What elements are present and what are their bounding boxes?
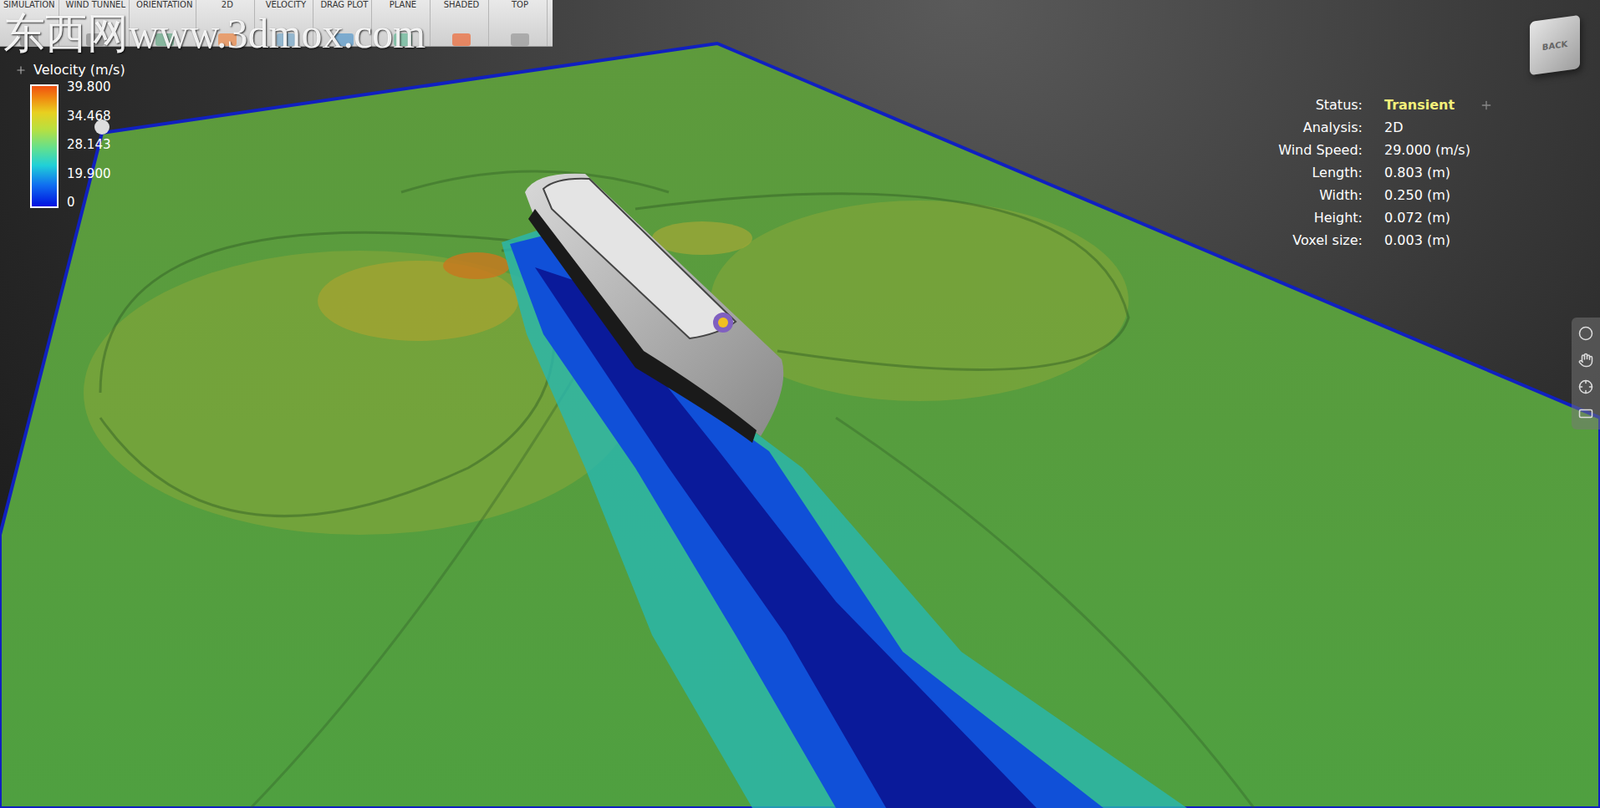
watermark: 东西网www.3dmox.com	[3, 10, 426, 57]
pin-icon[interactable]	[1479, 98, 1493, 113]
toolbar-label: SIMULATION	[3, 0, 56, 11]
info-label: Width:	[1237, 187, 1363, 204]
velocity-legend: Velocity (m/s)39.800 34.468 28.143 19.900 0	[15, 61, 126, 210]
info-value: 0.250 (m)	[1384, 187, 1552, 204]
info-value: 0.072 (m)	[1384, 209, 1552, 226]
move-icon[interactable]	[15, 64, 27, 77]
viewport[interactable]: SIMULATION WIND TUNNEL ORIENTATION 2D VELOCI…	[0, 0, 1600, 808]
toolbar-label: DRAG PLOT	[320, 0, 368, 11]
legend-tick: 39.800	[66, 79, 112, 95]
legend-tick: 0	[66, 194, 112, 210]
toolbar-label: TOP	[511, 0, 529, 11]
ground-plane	[0, 43, 1600, 808]
info-label: Wind Speed:	[1237, 142, 1363, 158]
view-cube-label: BACK	[1542, 38, 1568, 51]
info-label: Status:	[1237, 96, 1363, 113]
toolbar-icon	[452, 33, 471, 46]
info-value: Transient	[1384, 96, 1552, 113]
toolbar-button[interactable]: TOP	[492, 0, 548, 46]
toolbar-button[interactable]: SHADED	[433, 0, 490, 46]
toolbar-label: SHADED	[443, 0, 479, 11]
info-value: 0.803 (m)	[1384, 164, 1552, 181]
toolbar-label: 2D	[221, 0, 234, 11]
velocity-contours	[83, 171, 1254, 808]
info-panel: Status: Transient Analysis: 2D Wind Speed: 29…	[1237, 96, 1552, 249]
color-bar	[30, 84, 59, 209]
toolbar-label: VELOCITY	[265, 0, 306, 11]
toolbar-icon	[510, 33, 530, 46]
info-label: Length:	[1237, 164, 1363, 181]
legend-tick: 19.900	[66, 166, 112, 182]
toolbar-label: PLANE	[389, 0, 417, 11]
fit-icon[interactable]	[1578, 406, 1594, 422]
legend-title: Velocity (m/s)	[15, 61, 126, 78]
pan-icon[interactable]	[1578, 352, 1594, 368]
legend-tick: 28.143	[66, 137, 112, 153]
view-cube[interactable]: BACK	[1529, 15, 1580, 76]
info-value: 29.000 (m/s)	[1384, 142, 1552, 158]
info-label: Voxel size:	[1237, 232, 1363, 249]
info-value: 2D	[1384, 119, 1552, 136]
info-value: 0.003 (m)	[1384, 232, 1552, 249]
toolbar-label: ORIENTATION	[136, 0, 193, 11]
toolbar-label: WIND TUNNEL	[66, 0, 126, 11]
legend-tick: 34.468	[66, 108, 112, 124]
info-label: Height:	[1237, 209, 1363, 226]
ship-model[interactable]	[524, 173, 784, 444]
orbit-icon[interactable]	[1578, 326, 1594, 342]
nav-bar	[1571, 317, 1600, 430]
zoom-icon[interactable]	[1578, 379, 1594, 395]
info-label: Analysis:	[1237, 119, 1363, 136]
